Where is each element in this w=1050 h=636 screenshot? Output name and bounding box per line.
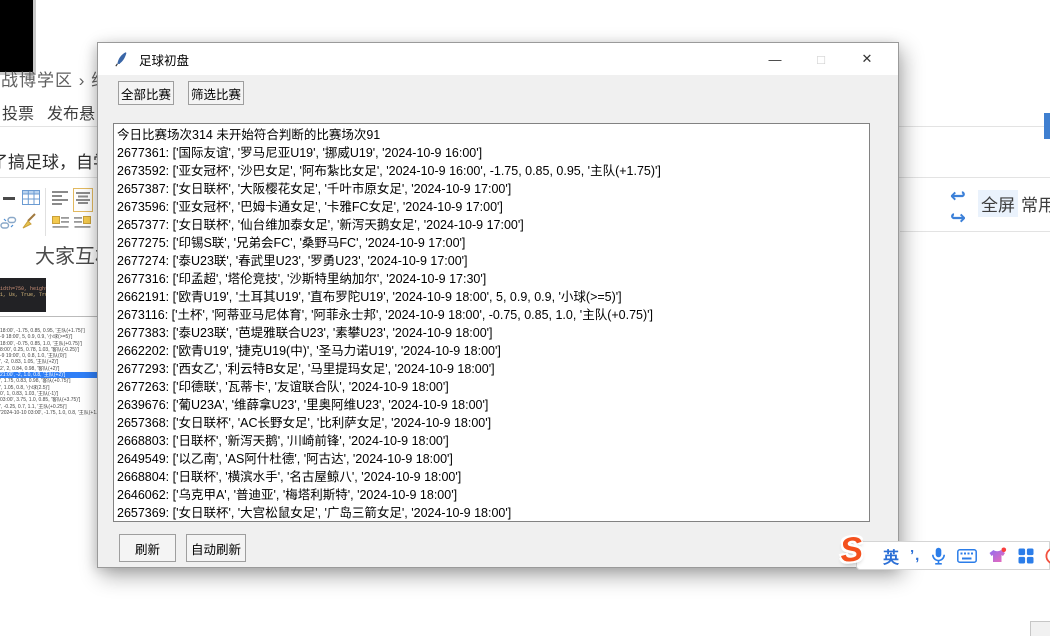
post-title: 了搞足球，自学 xyxy=(0,148,110,173)
tk-feather-icon xyxy=(113,51,129,67)
match-line: 2639676: ['葡U23A', '维薛拿U23', '里奥阿维U23', … xyxy=(117,396,869,414)
publish-button[interactable]: 发布悬 xyxy=(47,100,95,124)
toolbar-divider xyxy=(45,188,46,236)
ime-toolbar: 英 ’, xyxy=(856,541,1050,570)
ime-language-mode[interactable]: 英 xyxy=(883,544,899,568)
insert-table-icon[interactable] xyxy=(22,190,40,211)
summary-line: 今日比赛场次314 未开始符合判断的比赛场次91 xyxy=(117,126,869,144)
match-line: 2668803: ['日联杯', '新泻天鹅', '川崎前锋', '2024-1… xyxy=(117,432,869,450)
punctuation-icon[interactable]: ’, xyxy=(910,547,920,564)
match-line: 2677275: ['印锡S联', '兄弟会FC', '桑野马FC', '202… xyxy=(117,234,869,252)
background-match-list: 18:00', -1.75, 0.85, 0.95, '主队(+1.75)']-… xyxy=(0,316,97,442)
emoji-icon[interactable] xyxy=(1045,547,1050,565)
scrollbar-corner xyxy=(1030,621,1050,636)
match-line: 2657369: ['女日联杯', '大宫松鼠女足', '广岛三箭女足', '2… xyxy=(117,504,869,522)
clear-format-broom-icon[interactable] xyxy=(20,212,38,235)
microphone-icon[interactable] xyxy=(931,547,946,565)
toolbox-grid-icon[interactable] xyxy=(1018,548,1034,564)
refresh-button[interactable]: 刷新 xyxy=(119,534,176,562)
undo-icon[interactable]: ↩ xyxy=(950,187,966,206)
common-tools-button[interactable]: 常用 xyxy=(1021,191,1050,216)
video-thumbnail[interactable] xyxy=(0,0,36,75)
match-line: 2673116: ['土杯', '阿蒂亚马尼体育', '阿菲永士邦', '202… xyxy=(117,306,869,324)
app-window: 足球初盘 — □ ✕ 全部比赛 筛选比赛 今日比赛场次314 未开始符合判断的比… xyxy=(97,42,899,568)
horizontal-rule-icon[interactable] xyxy=(3,197,15,200)
redo-icon[interactable]: ↪ xyxy=(950,209,966,228)
close-button[interactable]: ✕ xyxy=(844,43,890,75)
match-line: 2657387: ['女日联杯', '大阪樱花女足', '千叶市原女足', '2… xyxy=(117,180,869,198)
match-line: 2662202: ['欧青U19', '捷克U19(中)', '圣马力诺U19'… xyxy=(117,342,869,360)
unlink-icon[interactable] xyxy=(0,215,17,235)
match-line: 2673596: ['亚女冠杯', '巴姆卡通女足', '卡雅FC女足', '2… xyxy=(117,198,869,216)
sogou-logo[interactable]: S xyxy=(838,532,864,568)
align-left-icon[interactable] xyxy=(52,191,68,210)
align-center-icon[interactable] xyxy=(73,188,93,212)
divider xyxy=(900,231,1050,232)
titlebar[interactable]: 足球初盘 — □ ✕ xyxy=(98,43,898,75)
match-line: 2662191: ['欧青U19', '土耳其U19', '直布罗陀U19', … xyxy=(117,288,869,306)
minimize-button[interactable]: — xyxy=(752,43,798,75)
match-line: 2677274: ['泰U23联', '春武里U23', '罗勇U23', '2… xyxy=(117,252,869,270)
match-line: 2646062: ['乌克甲A', '普迪亚', '梅塔利斯特', '2024-… xyxy=(117,486,869,504)
skin-icon[interactable] xyxy=(988,547,1007,564)
match-line: 2677293: ['西女乙', '利云特B女足', '马里提玛女足', '20… xyxy=(117,360,869,378)
window-title: 足球初盘 xyxy=(139,50,189,69)
image-align-right-icon[interactable] xyxy=(74,215,91,235)
filter-matches-button[interactable]: 筛选比赛 xyxy=(188,81,244,105)
match-line: 2677263: ['印德联', '瓦蒂卡', '友谊联合队', '2024-1… xyxy=(117,378,869,396)
match-line: 2673592: ['亚女冠杯', '沙巴女足', '阿布紮比女足', '202… xyxy=(117,162,869,180)
breadcrumb[interactable]: 战博学区 › 综 xyxy=(1,66,109,91)
match-line: 2668804: ['日联杯', '横滨水手', '名古屋鲸八', '2024-… xyxy=(117,468,869,486)
match-line: 2677383: ['泰U23联', '芭堤雅联合U23', '素攀U23', … xyxy=(117,324,869,342)
match-line: 2677361: ['国际友谊', '罗马尼亚U19', '挪威U19', '2… xyxy=(117,144,869,162)
window-controls: — □ ✕ xyxy=(752,43,890,75)
virtual-keyboard-icon[interactable] xyxy=(957,549,977,563)
desktop: 战博学区 › 综 投票 发布悬 了搞足球，自学 大家互相交 idth=750, … xyxy=(0,0,1050,636)
match-line: 2677316: ['印孟超', '塔伦竞技', '沙斯特里纳加尔', '202… xyxy=(117,270,869,288)
all-matches-button[interactable]: 全部比赛 xyxy=(118,81,174,105)
mini-list-row: '2024-10-10 03:00', -1.75, 1.0, 0.8, '主队… xyxy=(0,410,97,416)
match-line: 2657368: ['女日联杯', 'AC长野女足', '比利萨女足', '20… xyxy=(117,414,869,432)
image-align-left-icon[interactable] xyxy=(52,215,69,235)
fullscreen-button[interactable]: 全屏 xyxy=(978,190,1018,217)
vote-button[interactable]: 投票 xyxy=(2,100,34,124)
maximize-button[interactable]: □ xyxy=(798,43,844,75)
match-line: 2649549: ['以乙南', 'AS阿什杜德', '阿古达', '2024-… xyxy=(117,450,869,468)
auto-refresh-button[interactable]: 自动刷新 xyxy=(186,534,246,562)
code-editor-fragment: idth=750, height=400 1, Us, True, True, … xyxy=(0,278,46,312)
background-blue-fragment xyxy=(1044,113,1050,139)
code-line: 1, Us, True, True, 15, 5, 750,480,800 xyxy=(0,292,46,298)
match-line: 2657377: ['女日联杯', '仙台维加泰女足', '新泻天鹅女足', '… xyxy=(117,216,869,234)
match-text-area[interactable]: 今日比赛场次314 未开始符合判断的比赛场次91 2677361: ['国际友谊… xyxy=(113,123,870,522)
